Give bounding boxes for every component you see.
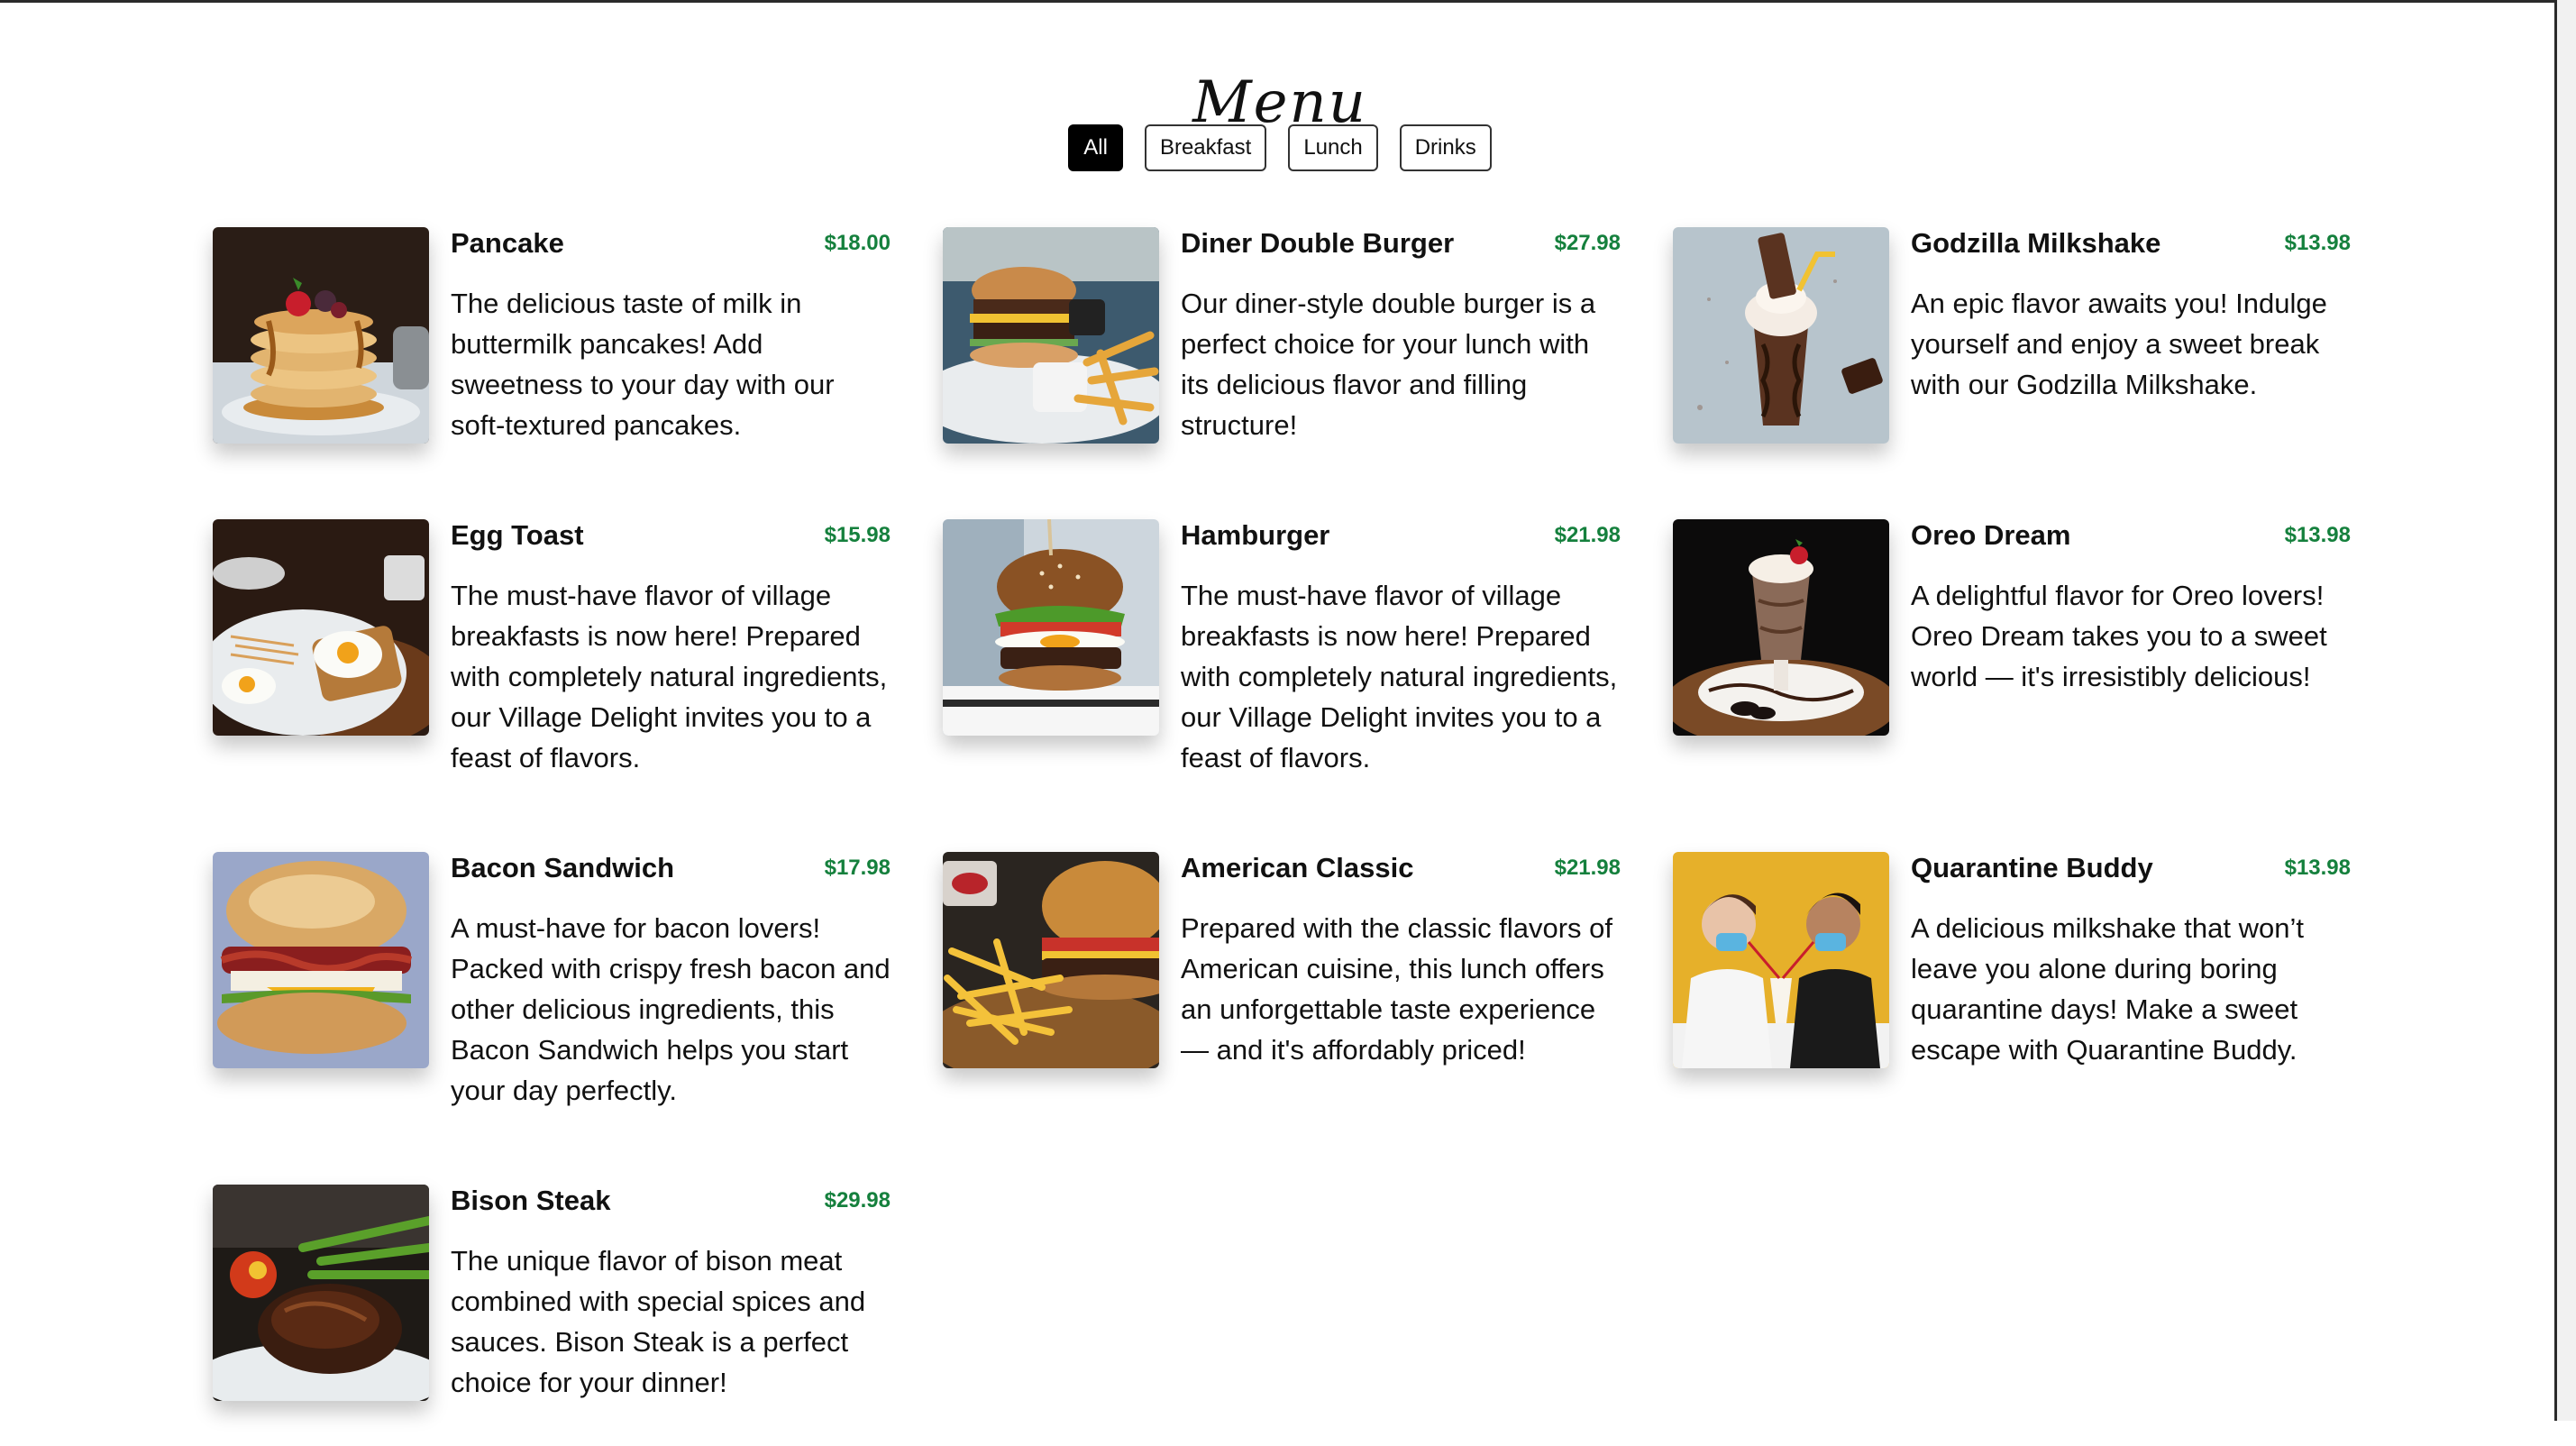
couple-milkshake-photo	[1673, 852, 1889, 1068]
window-top-border	[0, 0, 2576, 3]
item-description: The must-have flavor of village breakfas…	[451, 580, 888, 773]
item-price: $13.98	[2284, 231, 2351, 255]
item-price: $21.98	[1554, 523, 1621, 547]
menu-item-pancake: Pancake $18.00 The delicious taste of mi…	[213, 227, 891, 489]
item-price: $18.00	[824, 231, 891, 255]
pancake-photo	[213, 227, 429, 444]
item-name: Oreo Dream	[1911, 519, 2071, 551]
menu-item-quarantine-buddy: Quarantine Buddy $13.98 A delicious milk…	[1673, 852, 2351, 1113]
milkshake-photo	[1673, 227, 1889, 444]
item-description: A delightful flavor for Oreo lovers! Ore…	[1911, 580, 2327, 692]
item-price: $29.98	[824, 1188, 891, 1213]
menu-item-bison-steak: Bison Steak $29.98 The unique flavor of …	[213, 1185, 891, 1446]
burger-fries-photo	[943, 852, 1159, 1068]
item-price: $17.98	[824, 856, 891, 880]
menu-item-american-classic: American Classic $21.98 Prepared with th…	[943, 852, 1621, 1113]
item-description: The delicious taste of milk in buttermil…	[451, 288, 835, 441]
egg-toast-photo	[213, 519, 429, 736]
menu-item-egg-toast: Egg Toast $15.98 The must-have flavor of…	[213, 519, 891, 781]
item-description: The unique flavor of bison meat combined…	[451, 1245, 866, 1398]
hamburger-photo	[943, 519, 1159, 736]
menu-item-diner-double-burger: Diner Double Burger $27.98 Our diner-sty…	[943, 227, 1621, 489]
menu-item-oreo-dream: Oreo Dream $13.98 A delightful flavor fo…	[1673, 519, 2351, 781]
steak-photo	[213, 1185, 429, 1401]
item-price: $21.98	[1554, 856, 1621, 880]
item-name: Quarantine Buddy	[1911, 852, 2153, 883]
item-description: A must-have for bacon lovers! Packed wit…	[451, 912, 891, 1106]
item-description: Our diner-style double burger is a perfe…	[1181, 288, 1596, 441]
double-burger-photo	[943, 227, 1159, 444]
item-name: Hamburger	[1181, 519, 1330, 551]
item-description: An epic flavor awaits you! Indulge yours…	[1911, 288, 2327, 400]
item-price: $15.98	[824, 523, 891, 547]
item-description: The must-have flavor of village breakfas…	[1181, 580, 1618, 773]
item-name: Bacon Sandwich	[451, 852, 675, 883]
bacon-sandwich-photo	[213, 852, 429, 1068]
category-filter-bar: All Breakfast Lunch Drinks	[0, 124, 2560, 171]
item-name: Bison Steak	[451, 1185, 611, 1216]
item-name: Pancake	[451, 227, 564, 259]
item-name: American Classic	[1181, 852, 1414, 883]
item-name: Egg Toast	[451, 519, 584, 551]
menu-item-godzilla-milkshake: Godzilla Milkshake $13.98 An epic flavor…	[1673, 227, 2351, 489]
item-description: Prepared with the classic flavors of Ame…	[1181, 912, 1612, 1066]
item-name: Godzilla Milkshake	[1911, 227, 2161, 259]
filter-all-button[interactable]: All	[1068, 124, 1123, 171]
menu-item-bacon-sandwich: Bacon Sandwich $17.98 A must-have for ba…	[213, 852, 891, 1113]
oreo-shake-photo	[1673, 519, 1889, 736]
scrollbar-track[interactable]	[2554, 0, 2576, 1421]
item-price: $13.98	[2284, 523, 2351, 547]
item-price: $27.98	[1554, 231, 1621, 255]
menu-item-hamburger: Hamburger $21.98 The must-have flavor of…	[943, 519, 1621, 781]
filter-drinks-button[interactable]: Drinks	[1399, 124, 1492, 171]
item-name: Diner Double Burger	[1181, 227, 1455, 259]
filter-lunch-button[interactable]: Lunch	[1288, 124, 1378, 171]
item-price: $13.98	[2284, 856, 2351, 880]
filter-breakfast-button[interactable]: Breakfast	[1144, 124, 1267, 171]
item-description: A delicious milkshake that won’t leave y…	[1911, 912, 2304, 1066]
